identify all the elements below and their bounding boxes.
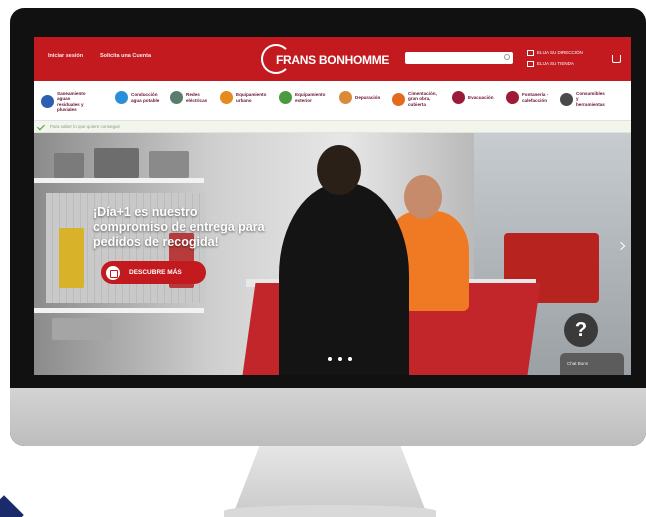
category-item-evacuacion[interactable]: Evacuación — [452, 91, 498, 104]
heating-icon — [506, 91, 519, 104]
request-account-link[interactable]: Solicita una Cuenta — [100, 53, 151, 59]
category-item-cimentacion[interactable]: Cimentación, gran obra, cubierta — [392, 91, 438, 107]
brand-logo[interactable]: FRANS BONHOMME — [261, 44, 389, 74]
cart-icon[interactable] — [612, 55, 621, 63]
category-item-agua-potable[interactable]: Conducción agua potable — [115, 91, 161, 104]
category-label: Saneamiento aguas residuales y pluviales — [57, 91, 86, 113]
decorative-corner — [0, 495, 24, 517]
electric-icon — [170, 91, 183, 104]
info-text: Para saber lo que quiere conseguir — [50, 124, 121, 129]
carousel-dot[interactable] — [348, 357, 352, 361]
monitor-bezel: Iniciar sesión Solicita una Cuenta FRANS… — [10, 8, 646, 446]
delivery-label: ELIJA SU DIRECCIÓN — [537, 50, 583, 56]
category-label: Evacuación — [468, 94, 494, 100]
check-icon — [37, 122, 45, 131]
category-item-redes-electricas[interactable]: Redes eléctricas — [170, 91, 216, 104]
search-input[interactable] — [405, 52, 513, 64]
category-item-saneamiento[interactable]: Saneamiento aguas residuales y pluviales — [41, 91, 87, 113]
top-header: Iniciar sesión Solicita una Cuenta FRANS… — [34, 37, 631, 81]
category-label: Cimentación, gran obra, cubierta — [408, 91, 437, 107]
monitor-stand-base — [224, 505, 436, 517]
category-label: Depuración — [355, 94, 381, 100]
carousel-dot[interactable] — [338, 357, 342, 361]
calendar-icon — [106, 265, 120, 280]
category-nav: Saneamiento aguas residuales y pluviales… — [34, 81, 631, 121]
outdoor-icon — [279, 91, 292, 104]
store-label: ELIJA SU TIENDA — [537, 61, 574, 67]
water-drop-icon — [115, 91, 128, 104]
carousel-dots — [328, 357, 352, 361]
carousel-dot[interactable] — [328, 357, 332, 361]
category-label: Equipamiento exterior — [295, 92, 326, 103]
category-item-equipamiento-urbano[interactable]: Equipamiento urbano — [220, 91, 266, 104]
login-link[interactable]: Iniciar sesión — [48, 53, 83, 59]
discover-more-label: DESCUBRE MÁS — [129, 269, 182, 276]
scene: Iniciar sesión Solicita una Cuenta FRANS… — [0, 0, 646, 517]
category-item-depuracion[interactable]: Depuración — [339, 91, 385, 104]
category-item-fontaneria[interactable]: Fontanería - calefacción — [506, 91, 552, 104]
chat-label: Chat Bonn — [567, 361, 589, 366]
product-image — [59, 228, 84, 288]
hero-title: ¡Día+1 es nuestro compromiso de entrega … — [93, 205, 265, 249]
urban-icon — [220, 91, 233, 104]
help-icon[interactable]: ? — [564, 313, 598, 347]
discover-more-button[interactable]: DESCUBRE MÁS — [101, 261, 206, 284]
browser-screen: Iniciar sesión Solicita una Cuenta FRANS… — [34, 37, 631, 375]
chat-tab[interactable]: Chat Bonn — [560, 353, 624, 375]
address-icon — [527, 50, 534, 56]
hero-banner[interactable]: ¡Día+1 es nuestro compromiso de entrega … — [34, 133, 631, 375]
category-label: Fontanería - calefacción — [522, 92, 549, 103]
store-selector-link[interactable]: ELIJA SU TIENDA — [527, 61, 574, 67]
product-image — [149, 151, 189, 178]
product-image — [52, 318, 112, 340]
customer-head-image — [317, 145, 361, 195]
tools-icon — [560, 92, 573, 106]
category-item-consumibles[interactable]: Consumibles y herramientas — [560, 91, 606, 107]
shelf — [34, 308, 204, 313]
category-label: Consumibles y herramientas — [576, 91, 605, 107]
product-image — [54, 153, 84, 178]
category-label: Redes eléctricas — [186, 92, 208, 103]
customer-person-image — [279, 183, 409, 375]
foundation-icon — [392, 92, 405, 106]
filter-icon — [339, 91, 352, 104]
staff-head-image — [404, 175, 442, 219]
product-image — [94, 148, 139, 178]
delivery-address-link[interactable]: ELIJA SU DIRECCIÓN — [527, 50, 583, 56]
search-icon[interactable] — [504, 54, 510, 60]
monitor-chin — [10, 388, 646, 446]
info-strip: Para saber lo que quiere conseguir — [34, 121, 631, 133]
category-label: Equipamiento urbano — [236, 92, 267, 103]
pipe-icon — [41, 95, 54, 109]
shelf — [34, 178, 204, 183]
store-icon — [527, 61, 534, 67]
category-label: Conducción agua potable — [131, 92, 160, 103]
brand-name: FRANS BONHOMME — [276, 53, 390, 67]
drain-icon — [452, 91, 465, 104]
category-item-equipamiento-exterior[interactable]: Equipamiento exterior — [279, 91, 325, 104]
